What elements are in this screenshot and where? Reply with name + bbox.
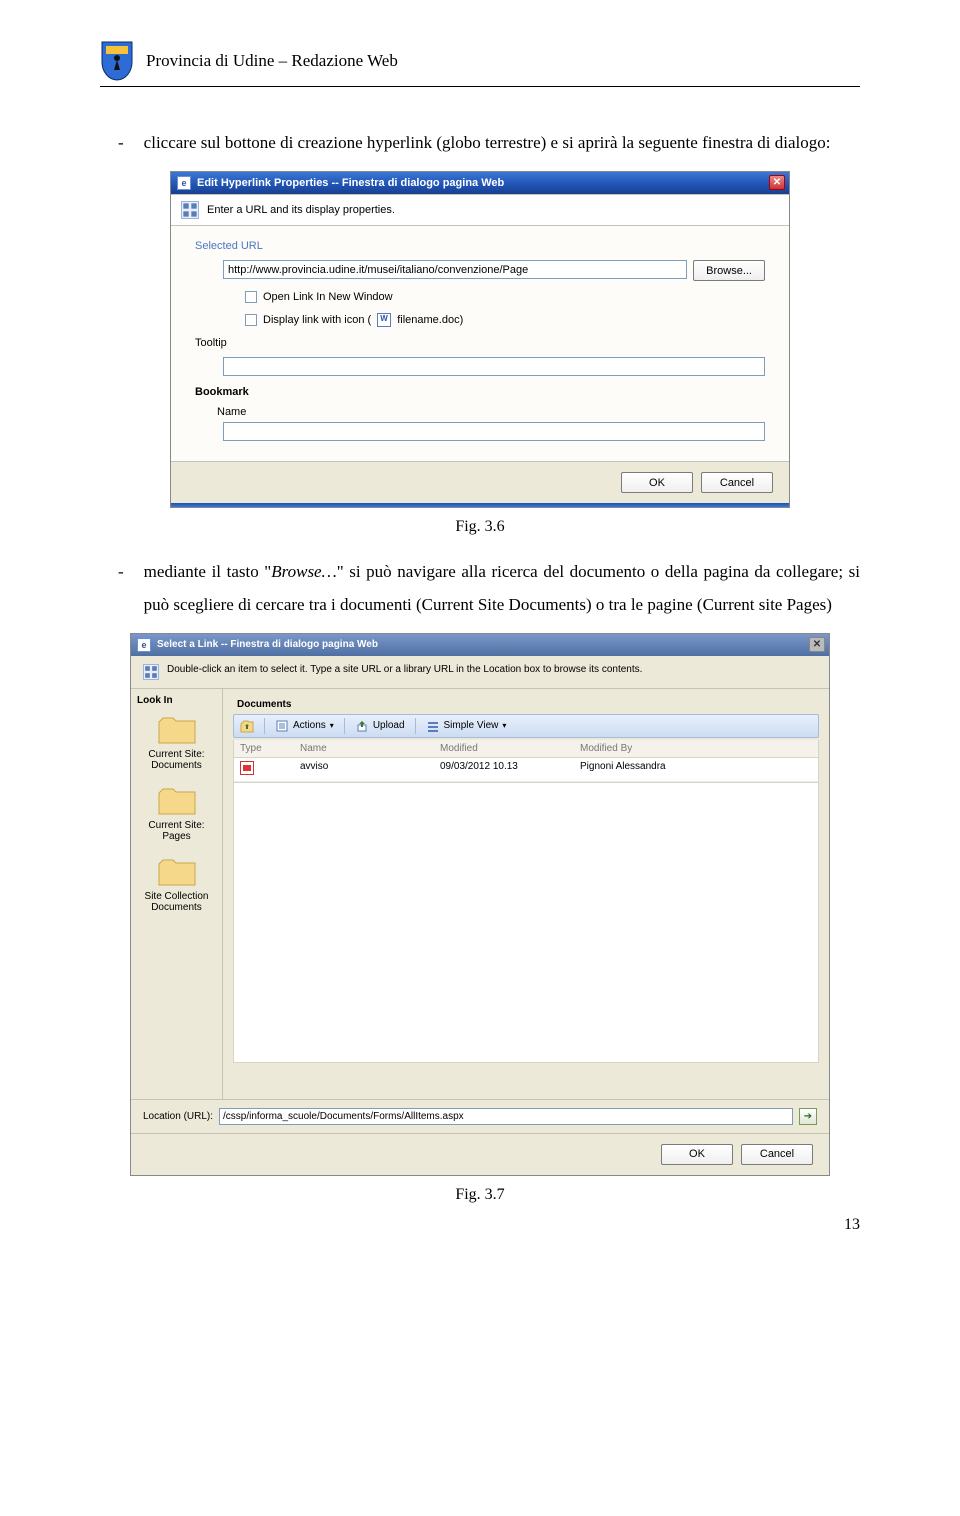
ie-icon: e xyxy=(137,638,151,652)
screenshot-select-link: e Select a Link -- Finestra di dialogo p… xyxy=(130,633,830,1176)
ok-button[interactable]: OK xyxy=(661,1144,733,1165)
bullet-item-1: - cliccare sul bottone di creazione hype… xyxy=(118,127,860,159)
location-input[interactable] xyxy=(219,1108,793,1125)
ok-button[interactable]: OK xyxy=(621,472,693,493)
list-dash: - xyxy=(118,556,124,621)
dialog2-title: Select a Link -- Finestra di dialogo pag… xyxy=(157,639,378,650)
display-icon-label-post: filename.doc) xyxy=(397,314,463,326)
row-name[interactable]: avviso xyxy=(294,758,434,782)
grid-icon xyxy=(143,664,159,680)
figure-caption-2: Fig. 3.7 xyxy=(100,1186,860,1204)
grid-icon xyxy=(181,201,199,219)
lookin-item-sitecoll-docs[interactable]: Site Collection Documents xyxy=(137,856,216,913)
tooltip-input[interactable] xyxy=(223,357,765,376)
dialog2-titlebar[interactable]: e Select a Link -- Finestra di dialogo p… xyxy=(131,634,829,656)
instruction-text: Enter a URL and its display properties. xyxy=(207,204,395,216)
folder-icon xyxy=(157,856,197,888)
cancel-button[interactable]: Cancel xyxy=(701,472,773,493)
open-new-window-label: Open Link In New Window xyxy=(263,291,393,303)
bookmark-name-input[interactable] xyxy=(223,422,765,441)
lookin-item-current-pages[interactable]: Current Site: Pages xyxy=(137,785,216,842)
folder-icon xyxy=(157,714,197,746)
row-modifiedby: Pignoni Alessandra xyxy=(574,758,818,782)
col-type[interactable]: Type xyxy=(234,740,294,758)
toolbar-sep xyxy=(264,718,265,734)
location-label: Location (URL): xyxy=(143,1111,213,1122)
upload-button[interactable]: Upload xyxy=(355,719,405,733)
display-icon-checkbox[interactable] xyxy=(245,314,257,326)
lookin-item-current-docs[interactable]: Current Site: Documents xyxy=(137,714,216,771)
close-icon[interactable]: ✕ xyxy=(809,637,825,652)
simpleview-menu[interactable]: Simple View▾ xyxy=(426,719,507,733)
page-header: Provincia di Udine – Redazione Web xyxy=(100,40,860,87)
screenshot-edit-hyperlink: e Edit Hyperlink Properties -- Finestra … xyxy=(170,171,790,508)
dialog-title: Edit Hyperlink Properties -- Finestra di… xyxy=(197,177,504,189)
file-toolbar: Actions▾ Upload Simple View▾ xyxy=(233,714,819,738)
lookin-label: Look In xyxy=(137,695,216,706)
toolbar-sep xyxy=(415,718,416,734)
bottom-strip xyxy=(171,503,789,507)
crest-icon xyxy=(100,40,134,82)
pdf-icon xyxy=(240,761,254,775)
documents-label: Documents xyxy=(237,699,819,710)
file-list-blank xyxy=(233,783,819,1063)
page-number: 13 xyxy=(844,1216,860,1234)
tooltip-label: Tooltip xyxy=(195,337,765,349)
bullet-text-2: mediante il tasto "Browse…" si può navig… xyxy=(144,556,860,621)
col-name[interactable]: Name xyxy=(294,740,434,758)
folder-icon xyxy=(157,785,197,817)
url-input[interactable] xyxy=(223,260,687,279)
row-type[interactable] xyxy=(234,758,294,782)
row-modified: 09/03/2012 10.13 xyxy=(434,758,574,782)
open-new-window-checkbox[interactable] xyxy=(245,291,257,303)
actions-menu[interactable]: Actions▾ xyxy=(275,719,334,733)
header-title: Provincia di Udine – Redazione Web xyxy=(146,51,398,71)
bullet-text-1: cliccare sul bottone di creazione hyperl… xyxy=(144,127,831,159)
instruction-row: Enter a URL and its display properties. xyxy=(171,194,789,226)
list-dash: - xyxy=(118,127,124,159)
col-modifiedby[interactable]: Modified By xyxy=(574,740,818,758)
browse-button[interactable]: Browse... xyxy=(693,260,765,281)
ie-icon: e xyxy=(177,176,191,190)
dialog2-instruction-row: Double-click an item to select it. Type … xyxy=(131,656,829,689)
lookin-panel: Look In Current Site: Documents Current … xyxy=(131,689,223,1099)
dialog-titlebar[interactable]: e Edit Hyperlink Properties -- Finestra … xyxy=(171,172,789,194)
lookin-item-label: Current Site: Documents xyxy=(137,749,216,771)
selected-url-label: Selected URL xyxy=(195,240,765,252)
name-label: Name xyxy=(217,406,765,418)
toolbar-sep xyxy=(344,718,345,734)
lookin-item-label: Site Collection Documents xyxy=(137,891,216,913)
bookmark-label: Bookmark xyxy=(195,386,765,398)
word-doc-icon xyxy=(377,313,391,327)
dialog2-instruction: Double-click an item to select it. Type … xyxy=(167,664,642,675)
bullet-item-2: - mediante il tasto "Browse…" si può nav… xyxy=(118,556,860,621)
lookin-item-label: Current Site: Pages xyxy=(137,820,216,842)
cancel-button[interactable]: Cancel xyxy=(741,1144,813,1165)
figure-caption-1: Fig. 3.6 xyxy=(100,518,860,536)
display-icon-label-pre: Display link with icon ( xyxy=(263,314,371,326)
go-arrow-icon[interactable]: ➔ xyxy=(799,1108,817,1125)
up-folder-button[interactable] xyxy=(240,719,254,733)
close-icon[interactable]: ✕ xyxy=(769,175,785,190)
col-modified[interactable]: Modified xyxy=(434,740,574,758)
file-list: Type Name Modified Modified By avviso 09… xyxy=(233,740,819,783)
